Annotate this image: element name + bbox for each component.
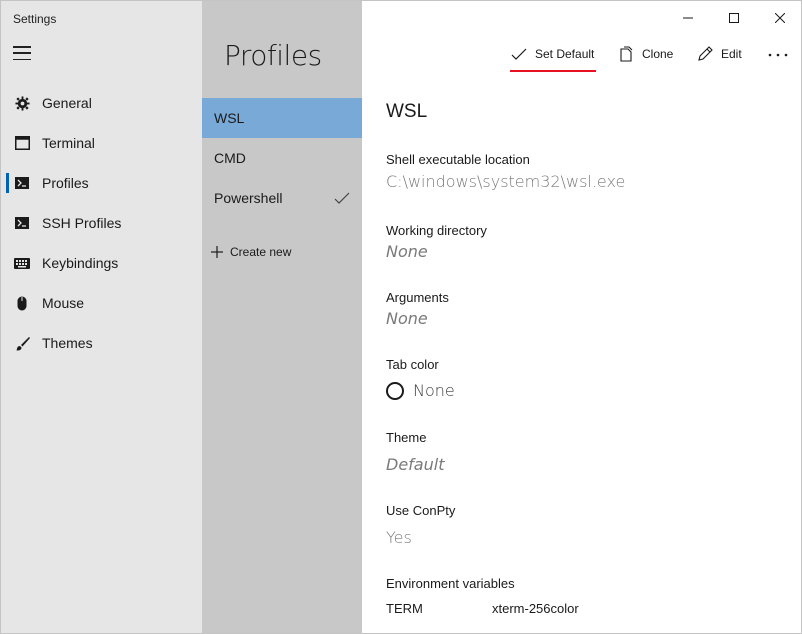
app-title: Settings: [13, 12, 57, 26]
use-conpty-label: Use ConPty: [386, 503, 456, 518]
profile-label: CMD: [214, 150, 246, 166]
nav-item-label: SSH Profiles: [42, 215, 122, 231]
checkmark-icon: [334, 192, 350, 204]
pencil-icon: [698, 46, 713, 61]
nav-item-label: General: [42, 95, 92, 111]
working-directory-label: Working directory: [386, 223, 487, 238]
edit-button[interactable]: Edit: [697, 41, 742, 67]
env-value: xterm-256color: [492, 601, 579, 616]
set-default-label: Set Default: [535, 47, 595, 61]
tab-color-value: None: [413, 381, 455, 400]
working-directory-value[interactable]: None: [386, 242, 428, 261]
environment-variables-label: Environment variables: [386, 576, 515, 591]
mouse-icon: [14, 295, 30, 311]
create-new-button[interactable]: Create new: [211, 245, 291, 259]
color-swatch-icon: [386, 381, 404, 400]
settings-window: Settings General Terminal Profiles SSH P…: [0, 0, 802, 634]
profile-label: WSL: [214, 110, 245, 126]
nav-item-label: Keybindings: [42, 255, 119, 271]
nav-item-label: Mouse: [42, 295, 85, 311]
close-button[interactable]: [757, 1, 801, 35]
profiles-list-pane: Profiles WSL CMD Powershell Create new: [202, 1, 362, 633]
nav-item-terminal[interactable]: Terminal: [1, 123, 202, 163]
theme-label: Theme: [386, 430, 427, 445]
profile-label: Powershell: [214, 190, 283, 206]
profile-item-powershell[interactable]: Powershell: [202, 178, 362, 218]
navigation-pane: Settings General Terminal Profiles SSH P…: [1, 1, 202, 633]
window-controls: [665, 1, 801, 35]
maximize-icon: [729, 13, 739, 23]
close-icon: [775, 13, 785, 23]
nav-item-ssh-profiles[interactable]: SSH Profiles: [1, 203, 202, 243]
plus-icon: [211, 246, 223, 258]
shell-location-label: Shell executable location: [386, 152, 530, 167]
clone-button[interactable]: Clone: [618, 41, 673, 67]
create-new-label: Create new: [230, 245, 292, 259]
tab-color-picker[interactable]: None: [386, 381, 455, 400]
gear-icon: [14, 95, 30, 111]
console-prompt-icon: [14, 175, 30, 191]
use-conpty-value[interactable]: Yes: [386, 528, 412, 547]
env-key: TERM: [386, 601, 423, 616]
nav-item-general[interactable]: General: [1, 83, 202, 123]
checkmark-icon: [511, 48, 527, 60]
set-default-button[interactable]: Set Default: [509, 41, 597, 72]
more-options-icon[interactable]: [766, 45, 790, 65]
minimize-icon: [683, 17, 693, 19]
nav-item-label: Terminal: [42, 135, 95, 151]
profile-title: WSL: [386, 101, 428, 122]
maximize-button[interactable]: [711, 1, 757, 35]
env-variable-row[interactable]: TERM xterm-256color: [386, 601, 579, 616]
shell-location-value[interactable]: C:\windows\system32\wsl.exe: [386, 172, 625, 191]
copy-icon: [620, 46, 633, 62]
nav-item-themes[interactable]: Themes: [1, 323, 202, 363]
hamburger-menu-icon[interactable]: [13, 46, 31, 60]
arguments-value[interactable]: None: [386, 309, 428, 328]
window-icon: [14, 135, 30, 151]
console-prompt-icon: [14, 215, 30, 231]
profile-item-wsl[interactable]: WSL: [202, 98, 362, 138]
arguments-label: Arguments: [386, 290, 449, 305]
profile-item-cmd[interactable]: CMD: [202, 138, 362, 178]
page-title: Profiles: [224, 39, 322, 72]
edit-label: Edit: [721, 47, 742, 61]
nav-item-label: Themes: [42, 335, 93, 351]
theme-value[interactable]: Default: [386, 455, 444, 474]
nav-item-keybindings[interactable]: Keybindings: [1, 243, 202, 283]
keyboard-icon: [14, 255, 30, 271]
profile-detail-pane: Set Default Clone Edit WSL Shell executa…: [362, 1, 801, 633]
tab-color-label: Tab color: [386, 357, 439, 372]
nav-item-label: Profiles: [42, 175, 89, 191]
command-bar: Set Default Clone Edit: [362, 41, 801, 72]
clone-label: Clone: [642, 47, 674, 61]
minimize-button[interactable]: [665, 1, 711, 35]
nav-item-profiles[interactable]: Profiles: [1, 163, 202, 203]
brush-icon: [14, 335, 30, 351]
nav-item-mouse[interactable]: Mouse: [1, 283, 202, 323]
